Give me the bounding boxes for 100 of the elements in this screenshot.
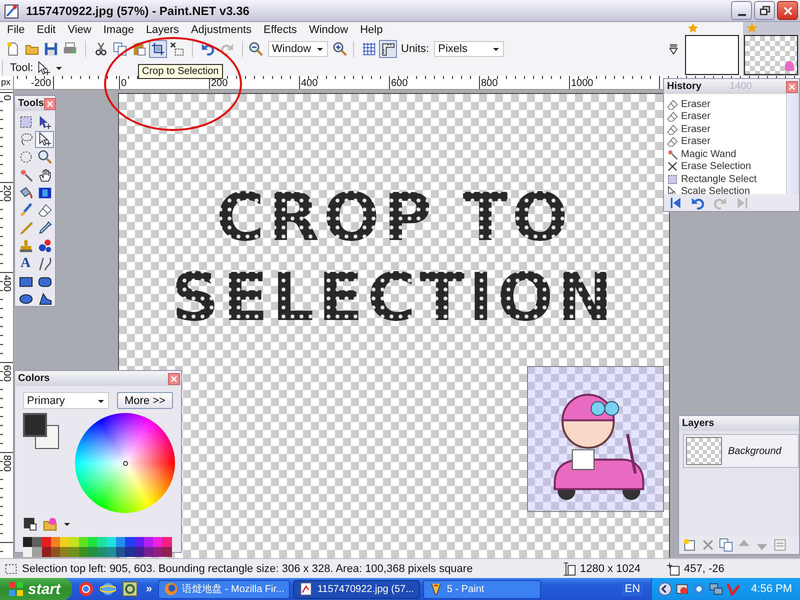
taskbar-button[interactable]: 1157470922.jpg (57... — [293, 580, 420, 598]
move-selected-icon — [38, 114, 52, 128]
image-tab[interactable] — [684, 22, 741, 76]
toolbar-button[interactable] — [360, 40, 378, 58]
language-indicator[interactable]: EN — [622, 582, 644, 596]
more-button[interactable]: » — [146, 583, 152, 595]
selection-box[interactable] — [527, 366, 664, 512]
duplicate-icon[interactable] — [719, 538, 733, 552]
palette-swatch[interactable] — [153, 547, 162, 557]
caret-icon[interactable] — [55, 64, 64, 72]
ruler-label: 200 — [211, 78, 228, 89]
copy-icon — [113, 42, 127, 56]
menu-item[interactable]: File — [2, 24, 30, 36]
ruler-icon — [381, 42, 395, 56]
paintbrush-icon — [18, 203, 32, 218]
palette-swatch[interactable] — [153, 537, 162, 547]
color-picker-icon — [38, 221, 52, 236]
palette-swatch[interactable] — [32, 537, 42, 547]
more-button[interactable]: More >> — [117, 392, 173, 409]
tool-button[interactable] — [35, 148, 54, 166]
close-icon — [786, 82, 797, 92]
zoom-dropdown[interactable]: Window — [268, 41, 328, 57]
close-button[interactable] — [44, 98, 56, 110]
close-button[interactable] — [786, 80, 798, 92]
add-layer-icon[interactable] — [683, 538, 697, 552]
palette-swatch[interactable] — [69, 537, 79, 547]
image-tab[interactable] — [743, 22, 800, 76]
palette-swatch[interactable] — [88, 547, 98, 557]
palette-swatch[interactable] — [69, 547, 79, 557]
palette-swatch[interactable] — [162, 537, 172, 547]
palette-swatch[interactable] — [97, 547, 107, 557]
palette-icon[interactable] — [23, 517, 37, 531]
tool-button[interactable] — [35, 130, 54, 148]
rect-select-icon — [18, 114, 32, 128]
globe-icon — [164, 582, 178, 596]
taskbar-button[interactable]: 语燵地盘 - Mozilla Fir... — [158, 580, 290, 598]
browser-icon[interactable] — [100, 581, 116, 597]
palette-swatch[interactable] — [23, 537, 32, 547]
menu-item[interactable]: Help — [355, 24, 388, 36]
panel-title: Tools — [18, 98, 44, 109]
properties-icon[interactable] — [773, 538, 787, 552]
picture-document-icon — [299, 582, 314, 596]
network-icon[interactable] — [709, 582, 724, 596]
rounded-rectangle-icon — [38, 274, 52, 289]
palette-swatch[interactable] — [23, 547, 32, 557]
tray-icon[interactable] — [692, 582, 706, 596]
units-dropdown[interactable]: Pixels — [434, 41, 504, 57]
palette-swatch[interactable] — [97, 537, 107, 547]
minimize-button[interactable] — [731, 1, 752, 20]
taskbar-button[interactable]: 5 - Paint — [422, 580, 541, 598]
menu-item[interactable]: Image — [98, 24, 139, 36]
menu-item[interactable]: Window — [304, 24, 354, 36]
palette-swatch[interactable] — [125, 537, 135, 547]
tool-button[interactable]: A — [16, 255, 35, 272]
zoom-in-icon[interactable] — [333, 42, 347, 56]
collapse-icon[interactable] — [658, 582, 672, 596]
menu-item[interactable]: Adjustments — [186, 24, 256, 36]
browser-icon[interactable] — [78, 581, 94, 597]
menu-item[interactable]: Effects — [258, 24, 302, 36]
caret-icon — [316, 45, 324, 53]
pointer-plus-icon — [38, 132, 52, 146]
rect-select-icon — [667, 174, 678, 185]
palette-swatch[interactable] — [32, 547, 42, 557]
menu-item[interactable]: View — [62, 24, 96, 36]
close-button[interactable] — [777, 1, 798, 20]
zoom-out-icon[interactable] — [249, 42, 263, 56]
layer-item[interactable]: Background — [683, 434, 799, 468]
scrollbar[interactable] — [786, 94, 799, 194]
palette-swatch[interactable] — [125, 547, 135, 557]
pencil-icon — [18, 221, 32, 236]
palette-swatch[interactable] — [88, 537, 98, 547]
color-mode-dropdown[interactable]: Primary — [23, 392, 109, 409]
menu-item[interactable]: Layers — [140, 24, 184, 36]
close-button[interactable] — [168, 372, 180, 384]
skip-first-icon[interactable] — [669, 196, 683, 210]
primary-color-swatch[interactable] — [23, 413, 47, 437]
undo-icon[interactable] — [691, 196, 705, 210]
panel-title: Layers — [682, 418, 714, 429]
pointer-icon[interactable] — [37, 61, 52, 75]
list-arrow-icon[interactable] — [669, 44, 678, 54]
toolbar-button[interactable] — [379, 40, 397, 58]
start-button[interactable]: start — [0, 578, 72, 600]
palette-swatch[interactable] — [162, 547, 172, 557]
program-icon[interactable] — [122, 581, 138, 597]
caret-icon[interactable] — [63, 520, 71, 528]
grid-icon — [362, 42, 376, 56]
toolbar-button[interactable] — [42, 40, 60, 58]
folder-icon[interactable] — [43, 517, 57, 531]
palette-swatch[interactable] — [60, 537, 70, 547]
toolbar-button[interactable] — [149, 40, 167, 58]
toolbar-button[interactable] — [111, 40, 129, 58]
menu-item[interactable]: Edit — [32, 24, 61, 36]
wheel-marker[interactable] — [123, 461, 128, 466]
toolbar-button[interactable] — [168, 40, 186, 58]
tray-icon[interactable] — [675, 582, 690, 596]
restore-button[interactable] — [754, 1, 775, 20]
eraser-icon — [38, 203, 52, 218]
deselect-icon — [170, 42, 184, 56]
palette-swatch[interactable] — [60, 547, 70, 557]
ruler-label: 800 — [481, 78, 498, 89]
